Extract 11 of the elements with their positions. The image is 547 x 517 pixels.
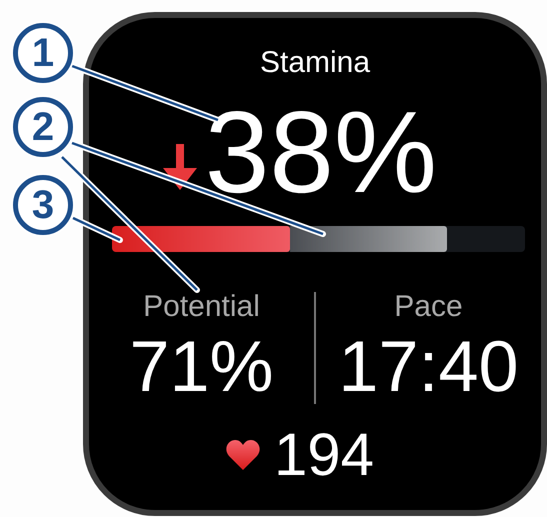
callout-number: 2 — [13, 97, 73, 157]
metric-label: Pace — [394, 290, 463, 324]
metric-value: 71% — [129, 329, 274, 405]
screen-title: Stamina — [260, 46, 370, 80]
metric-label: Potential — [143, 290, 260, 324]
heart-rate-value: 194 — [274, 423, 374, 487]
callout-number: 1 — [13, 23, 73, 83]
heart-icon — [226, 440, 260, 470]
callout-number: 3 — [13, 175, 73, 235]
metric-value: 17:40 — [338, 329, 519, 405]
stamina-value: 38% — [204, 94, 438, 210]
